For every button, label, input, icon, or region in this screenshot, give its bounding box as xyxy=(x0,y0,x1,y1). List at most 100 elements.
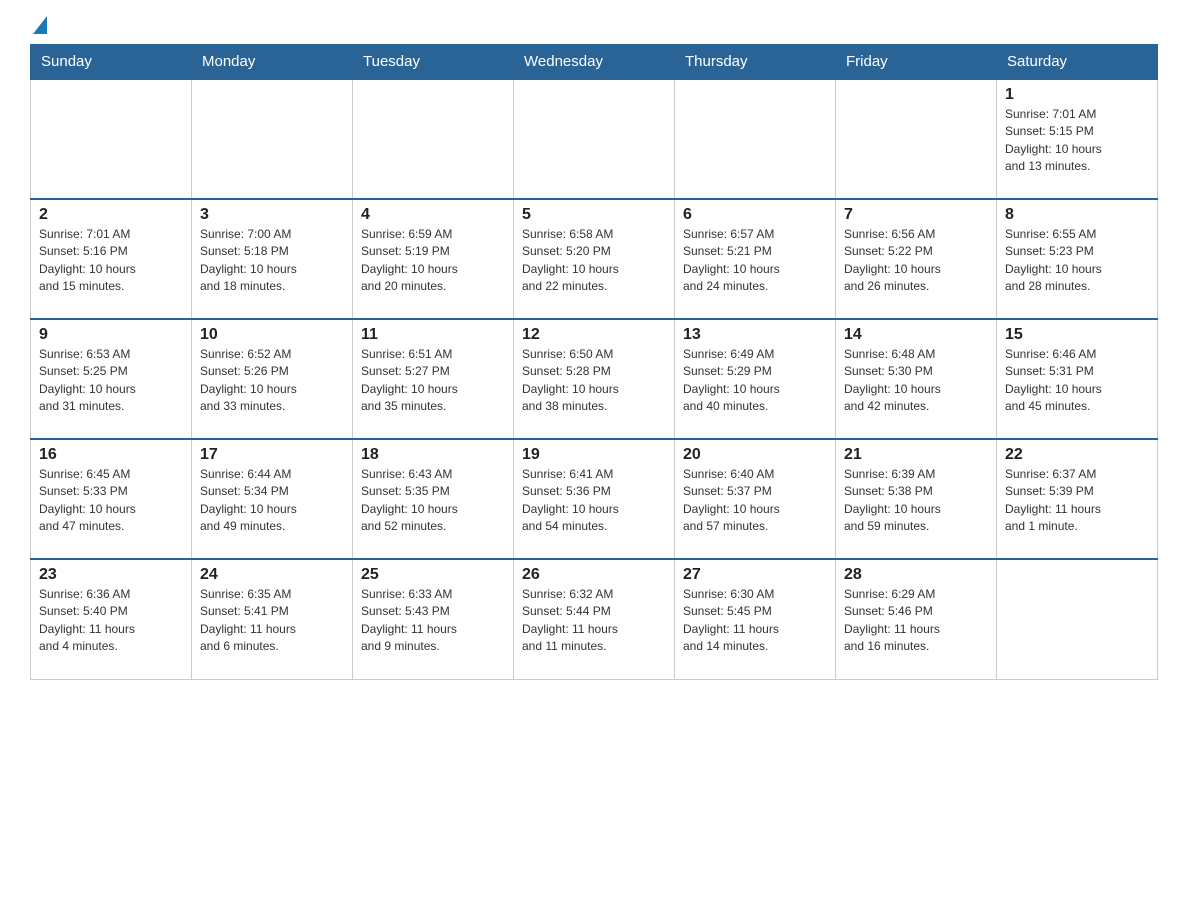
calendar-cell: 25 Sunrise: 6:33 AM Sunset: 5:43 PM Dayli… xyxy=(353,559,514,679)
day-number: 23 xyxy=(39,566,183,584)
calendar-cell xyxy=(353,79,514,199)
calendar-cell: 24 Sunrise: 6:35 AM Sunset: 5:41 PM Dayli… xyxy=(192,559,353,679)
calendar-cell: 16 Sunrise: 6:45 AM Sunset: 5:33 PM Dayli… xyxy=(31,439,192,559)
week-row-1: 1 Sunrise: 7:01 AM Sunset: 5:15 PM Daylig… xyxy=(31,79,1158,199)
day-info: Sunrise: 6:29 AM Sunset: 5:46 PM Dayligh… xyxy=(844,586,988,656)
day-number: 12 xyxy=(522,326,666,344)
day-number: 2 xyxy=(39,206,183,224)
calendar-cell: 2 Sunrise: 7:01 AM Sunset: 5:16 PM Daylig… xyxy=(31,199,192,319)
day-info: Sunrise: 7:01 AM Sunset: 5:16 PM Dayligh… xyxy=(39,226,183,296)
calendar-cell: 21 Sunrise: 6:39 AM Sunset: 5:38 PM Dayli… xyxy=(836,439,997,559)
day-info: Sunrise: 6:32 AM Sunset: 5:44 PM Dayligh… xyxy=(522,586,666,656)
day-info: Sunrise: 6:48 AM Sunset: 5:30 PM Dayligh… xyxy=(844,346,988,416)
day-number: 21 xyxy=(844,446,988,464)
logo xyxy=(30,20,47,34)
day-number: 28 xyxy=(844,566,988,584)
day-info: Sunrise: 6:39 AM Sunset: 5:38 PM Dayligh… xyxy=(844,466,988,536)
day-info: Sunrise: 6:52 AM Sunset: 5:26 PM Dayligh… xyxy=(200,346,344,416)
day-header-tuesday: Tuesday xyxy=(353,45,514,80)
day-number: 14 xyxy=(844,326,988,344)
day-number: 24 xyxy=(200,566,344,584)
day-number: 3 xyxy=(200,206,344,224)
day-info: Sunrise: 6:50 AM Sunset: 5:28 PM Dayligh… xyxy=(522,346,666,416)
day-number: 13 xyxy=(683,326,827,344)
calendar-cell: 19 Sunrise: 6:41 AM Sunset: 5:36 PM Dayli… xyxy=(514,439,675,559)
calendar-cell: 5Sunrise: 6:58 AM Sunset: 5:20 PM Daylig… xyxy=(514,199,675,319)
day-info: Sunrise: 6:43 AM Sunset: 5:35 PM Dayligh… xyxy=(361,466,505,536)
week-row-3: 9 Sunrise: 6:53 AM Sunset: 5:25 PM Daylig… xyxy=(31,319,1158,439)
day-info: Sunrise: 6:44 AM Sunset: 5:34 PM Dayligh… xyxy=(200,466,344,536)
day-number: 19 xyxy=(522,446,666,464)
day-info: Sunrise: 6:41 AM Sunset: 5:36 PM Dayligh… xyxy=(522,466,666,536)
day-number: 9 xyxy=(39,326,183,344)
day-info: Sunrise: 6:53 AM Sunset: 5:25 PM Dayligh… xyxy=(39,346,183,416)
day-info: Sunrise: 6:45 AM Sunset: 5:33 PM Dayligh… xyxy=(39,466,183,536)
day-info: Sunrise: 6:49 AM Sunset: 5:29 PM Dayligh… xyxy=(683,346,827,416)
day-header-thursday: Thursday xyxy=(675,45,836,80)
day-number: 20 xyxy=(683,446,827,464)
day-header-monday: Monday xyxy=(192,45,353,80)
day-header-wednesday: Wednesday xyxy=(514,45,675,80)
calendar-cell xyxy=(514,79,675,199)
day-number: 22 xyxy=(1005,446,1149,464)
calendar-table: SundayMondayTuesdayWednesdayThursdayFrid… xyxy=(30,44,1158,680)
week-row-5: 23 Sunrise: 6:36 AM Sunset: 5:40 PM Dayli… xyxy=(31,559,1158,679)
calendar-cell: 22 Sunrise: 6:37 AM Sunset: 5:39 PM Dayli… xyxy=(997,439,1158,559)
day-info: Sunrise: 6:30 AM Sunset: 5:45 PM Dayligh… xyxy=(683,586,827,656)
calendar-cell: 15 Sunrise: 6:46 AM Sunset: 5:31 PM Dayli… xyxy=(997,319,1158,439)
calendar-cell: 1 Sunrise: 7:01 AM Sunset: 5:15 PM Daylig… xyxy=(997,79,1158,199)
day-number: 4 xyxy=(361,206,505,224)
day-number: 5 xyxy=(522,206,666,224)
day-number: 6 xyxy=(683,206,827,224)
day-info: Sunrise: 6:51 AM Sunset: 5:27 PM Dayligh… xyxy=(361,346,505,416)
calendar-cell: 10 Sunrise: 6:52 AM Sunset: 5:26 PM Dayli… xyxy=(192,319,353,439)
calendar-cell: 14 Sunrise: 6:48 AM Sunset: 5:30 PM Dayli… xyxy=(836,319,997,439)
day-info: Sunrise: 6:59 AM Sunset: 5:19 PM Dayligh… xyxy=(361,226,505,296)
day-info: Sunrise: 6:56 AM Sunset: 5:22 PM Dayligh… xyxy=(844,226,988,296)
calendar-cell: 6 Sunrise: 6:57 AM Sunset: 5:21 PM Daylig… xyxy=(675,199,836,319)
calendar-cell: 27Sunrise: 6:30 AM Sunset: 5:45 PM Dayli… xyxy=(675,559,836,679)
day-header-sunday: Sunday xyxy=(31,45,192,80)
week-row-2: 2 Sunrise: 7:01 AM Sunset: 5:16 PM Daylig… xyxy=(31,199,1158,319)
calendar-cell: 13 Sunrise: 6:49 AM Sunset: 5:29 PM Dayli… xyxy=(675,319,836,439)
calendar-cell: 17 Sunrise: 6:44 AM Sunset: 5:34 PM Dayli… xyxy=(192,439,353,559)
day-info: Sunrise: 7:01 AM Sunset: 5:15 PM Dayligh… xyxy=(1005,106,1149,176)
calendar-cell: 20 Sunrise: 6:40 AM Sunset: 5:37 PM Dayli… xyxy=(675,439,836,559)
day-number: 16 xyxy=(39,446,183,464)
week-row-4: 16 Sunrise: 6:45 AM Sunset: 5:33 PM Dayli… xyxy=(31,439,1158,559)
day-info: Sunrise: 7:00 AM Sunset: 5:18 PM Dayligh… xyxy=(200,226,344,296)
day-header-saturday: Saturday xyxy=(997,45,1158,80)
page-header xyxy=(30,20,1158,34)
calendar-cell xyxy=(31,79,192,199)
logo-triangle-icon xyxy=(33,16,47,34)
calendar-cell xyxy=(192,79,353,199)
calendar-cell xyxy=(836,79,997,199)
day-info: Sunrise: 6:55 AM Sunset: 5:23 PM Dayligh… xyxy=(1005,226,1149,296)
days-header-row: SundayMondayTuesdayWednesdayThursdayFrid… xyxy=(31,45,1158,80)
calendar-cell: 3 Sunrise: 7:00 AM Sunset: 5:18 PM Daylig… xyxy=(192,199,353,319)
calendar-cell: 23 Sunrise: 6:36 AM Sunset: 5:40 PM Dayli… xyxy=(31,559,192,679)
calendar-cell: 28 Sunrise: 6:29 AM Sunset: 5:46 PM Dayli… xyxy=(836,559,997,679)
calendar-cell xyxy=(997,559,1158,679)
calendar-cell: 18 Sunrise: 6:43 AM Sunset: 5:35 PM Dayli… xyxy=(353,439,514,559)
calendar-cell: 9 Sunrise: 6:53 AM Sunset: 5:25 PM Daylig… xyxy=(31,319,192,439)
day-info: Sunrise: 6:33 AM Sunset: 5:43 PM Dayligh… xyxy=(361,586,505,656)
day-number: 17 xyxy=(200,446,344,464)
day-header-friday: Friday xyxy=(836,45,997,80)
day-number: 1 xyxy=(1005,86,1149,104)
calendar-cell: 26Sunrise: 6:32 AM Sunset: 5:44 PM Dayli… xyxy=(514,559,675,679)
day-number: 15 xyxy=(1005,326,1149,344)
day-number: 25 xyxy=(361,566,505,584)
day-info: Sunrise: 6:36 AM Sunset: 5:40 PM Dayligh… xyxy=(39,586,183,656)
day-number: 11 xyxy=(361,326,505,344)
day-info: Sunrise: 6:40 AM Sunset: 5:37 PM Dayligh… xyxy=(683,466,827,536)
calendar-cell: 7Sunrise: 6:56 AM Sunset: 5:22 PM Daylig… xyxy=(836,199,997,319)
day-number: 18 xyxy=(361,446,505,464)
calendar-cell xyxy=(675,79,836,199)
day-info: Sunrise: 6:57 AM Sunset: 5:21 PM Dayligh… xyxy=(683,226,827,296)
day-number: 8 xyxy=(1005,206,1149,224)
day-info: Sunrise: 6:35 AM Sunset: 5:41 PM Dayligh… xyxy=(200,586,344,656)
day-number: 10 xyxy=(200,326,344,344)
day-info: Sunrise: 6:46 AM Sunset: 5:31 PM Dayligh… xyxy=(1005,346,1149,416)
day-info: Sunrise: 6:37 AM Sunset: 5:39 PM Dayligh… xyxy=(1005,466,1149,536)
